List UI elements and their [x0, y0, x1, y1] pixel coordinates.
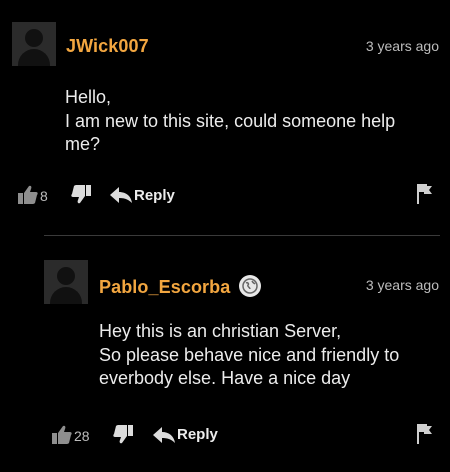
comment-text-line: I am new to this site, could someone hel… [65, 110, 396, 131]
comment-username[interactable]: JWick007 [66, 36, 149, 57]
flag-icon[interactable] [416, 423, 434, 450]
like-count: 8 [40, 188, 48, 204]
thumbs-up-icon[interactable] [17, 184, 39, 211]
comment-timestamp: 3 years ago [365, 277, 439, 293]
reply-button[interactable]: Reply [134, 187, 175, 204]
user-avatar[interactable] [12, 22, 56, 66]
flag-icon[interactable] [416, 183, 434, 210]
user-avatar[interactable] [44, 260, 88, 304]
thumbs-up-icon[interactable] [51, 424, 73, 451]
reply-arrow-icon[interactable] [152, 426, 176, 449]
comment-username[interactable]: Pablo_Escorba [99, 277, 230, 298]
reply-divider [44, 235, 440, 236]
comment-text-line: me? [65, 134, 101, 154]
thumbs-down-icon[interactable] [112, 423, 134, 450]
comment-text-line: Hello, [65, 87, 112, 107]
like-count: 28 [74, 428, 90, 444]
thumbs-down-icon[interactable] [70, 183, 92, 210]
reply-arrow-icon[interactable] [109, 186, 133, 209]
comment-text-line: Hey this is an christian Server, [99, 321, 342, 341]
comment-text-line: everbody else. Have a nice day [99, 368, 351, 388]
comment-text: Hello, I am new to this site, could some… [65, 86, 395, 157]
comment-text: Hey this is an christian Server, So plea… [99, 320, 399, 391]
comment-text-line: So please behave nice and friendly to [99, 344, 400, 365]
comment-timestamp: 3 years ago [365, 38, 439, 54]
globe-badge-icon [239, 275, 261, 297]
reply-button[interactable]: Reply [177, 426, 218, 443]
